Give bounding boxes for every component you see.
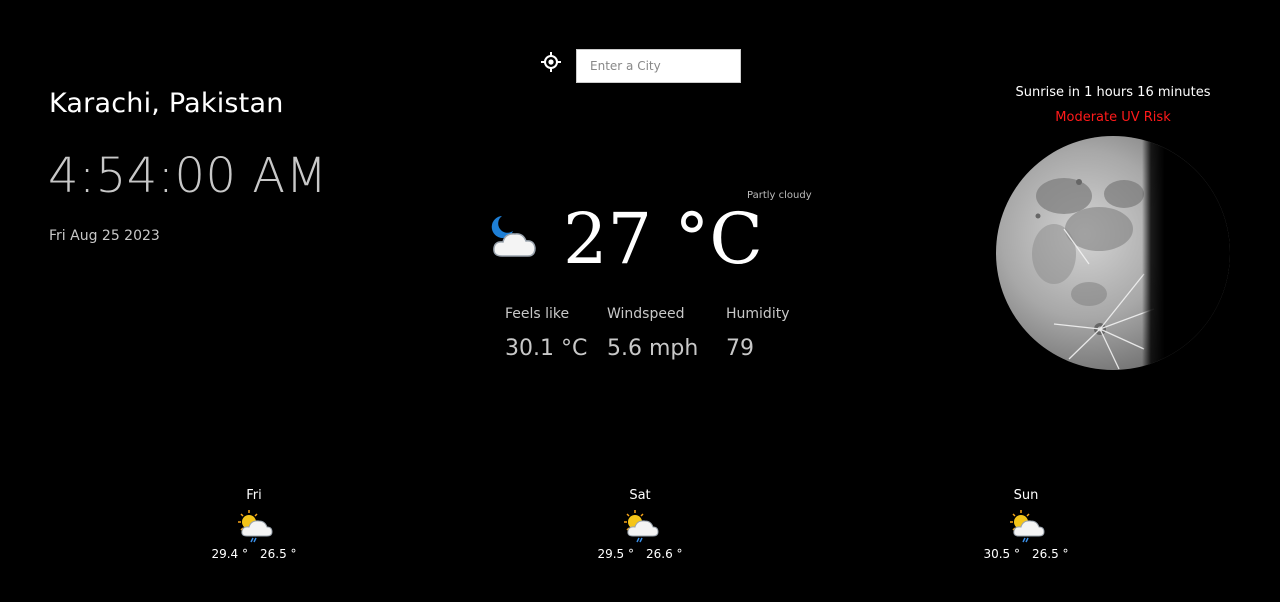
forecast-day-name: Sat: [629, 488, 651, 503]
feels-like-value: 30.1 °C: [505, 336, 588, 361]
forecast-day: Fri 29.4 ° 26.5 °: [209, 488, 299, 561]
feels-like-stat: Feels like 30.1 °C: [505, 306, 587, 361]
city-search-input[interactable]: [576, 49, 741, 83]
forecast-high: 30.5 °: [983, 547, 1020, 561]
windspeed-value: 5.6 mph: [607, 336, 699, 361]
location-name: Karachi, Pakistan: [49, 88, 284, 119]
humidity-label: Humidity: [726, 306, 790, 322]
forecast-high: 29.4 °: [211, 547, 248, 561]
sun-cloud-rain-icon: [1010, 510, 1045, 543]
sunrise-countdown: Sunrise in 1 hours 16 minutes: [1015, 85, 1211, 100]
current-location-icon[interactable]: [540, 51, 562, 73]
current-time: 4:54:00 AM: [48, 148, 328, 204]
sun-cloud-rain-icon: [238, 510, 273, 543]
weather-app: Karachi, Pakistan 4:54:00 AM Fri Aug 25 …: [0, 0, 1280, 602]
windspeed-stat: Windspeed 5.6 mph: [607, 306, 698, 361]
uv-risk: Moderate UV Risk: [1055, 110, 1171, 125]
forecast-day-name: Fri: [246, 488, 262, 503]
forecast-day: Sat 29.5 ° 26.6 °: [595, 488, 685, 561]
feels-like-label: Feels like: [505, 306, 570, 322]
humidity-stat: Humidity 79: [726, 306, 789, 361]
windspeed-label: Windspeed: [607, 306, 685, 322]
current-date: Fri Aug 25 2023: [49, 228, 160, 244]
moon-phase-icon: [994, 134, 1232, 372]
forecast-day-name: Sun: [1013, 488, 1039, 503]
forecast-day: Sun 30.5 ° 26.5 °: [981, 488, 1071, 561]
forecast-low: 26.5 °: [260, 547, 297, 561]
forecast-high: 29.5 °: [597, 547, 634, 561]
sun-cloud-rain-icon: [624, 510, 659, 543]
forecast-low: 26.6 °: [646, 547, 683, 561]
forecast-low: 26.5 °: [1032, 547, 1069, 561]
partly-cloudy-night-icon: [488, 212, 548, 264]
current-temperature: 27 °C: [563, 198, 763, 280]
humidity-value: 79: [726, 336, 754, 361]
